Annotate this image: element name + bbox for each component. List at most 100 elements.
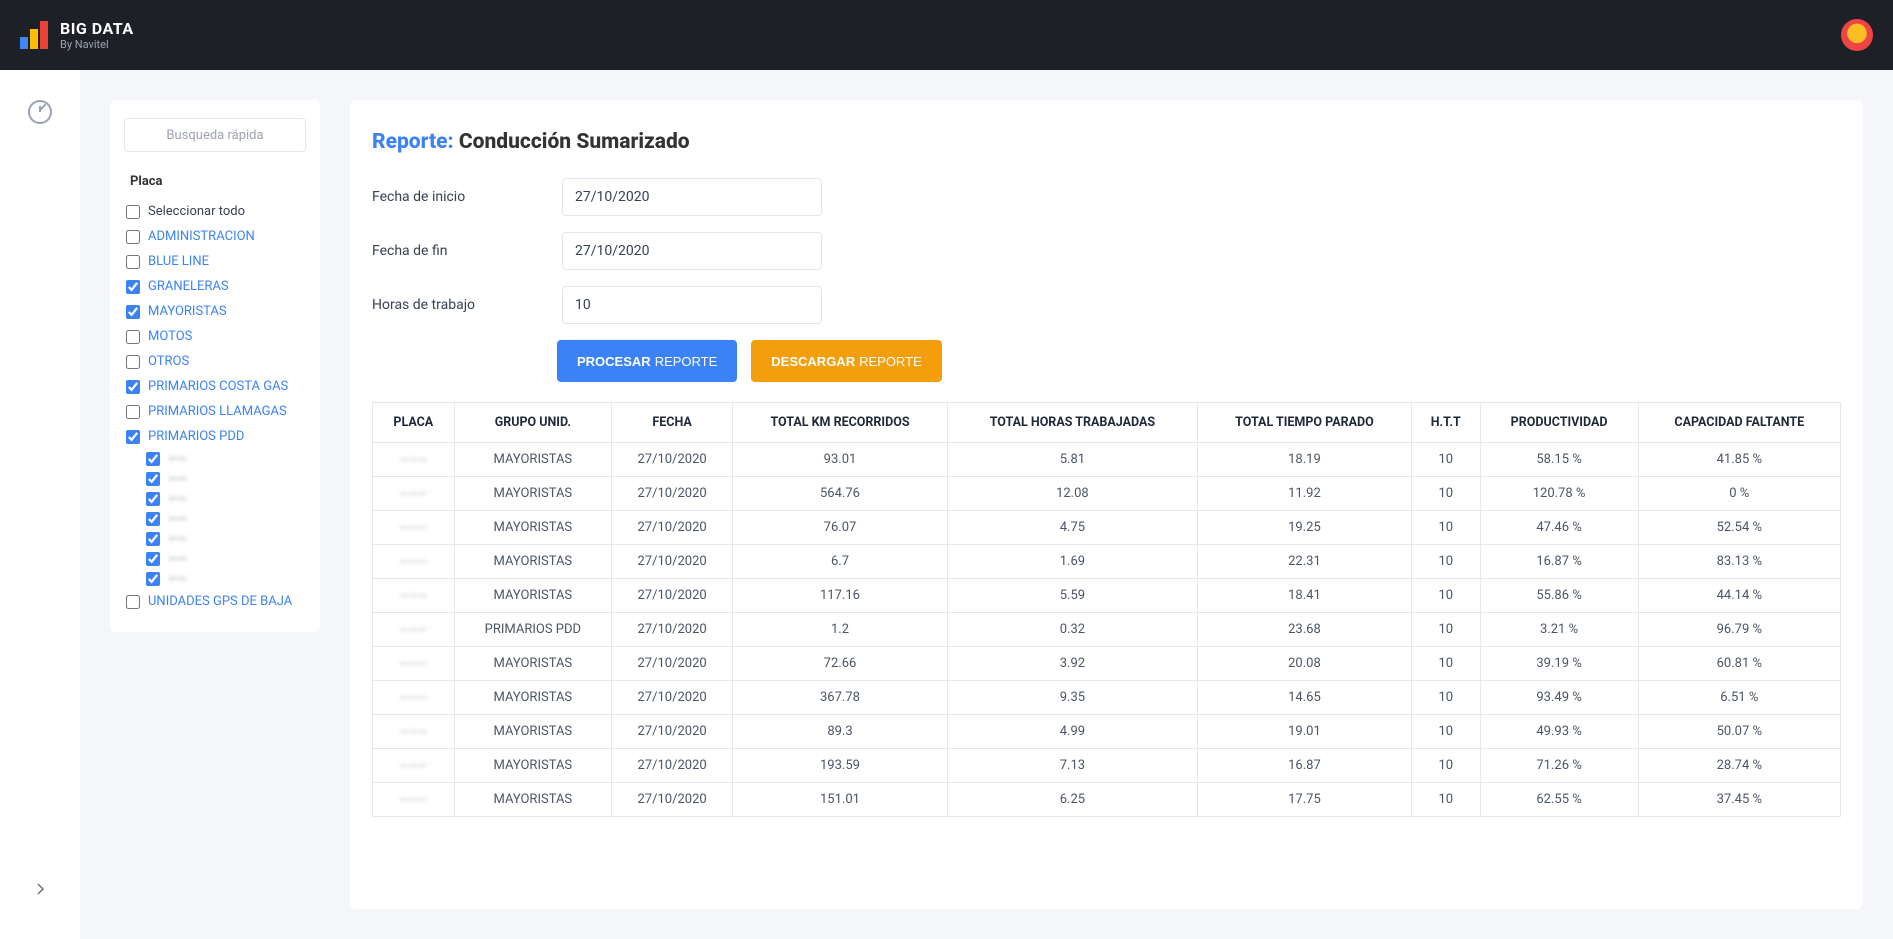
process-report-button[interactable]: PROCESAR REPORTE (557, 340, 737, 382)
filter-item[interactable]: UNIDADES GPS DE BAJA (110, 589, 320, 614)
filter-sub-checkbox[interactable] (146, 452, 160, 466)
start-date-label: Fecha de inicio (372, 189, 562, 205)
table-cell-prod: 47.46 % (1480, 511, 1638, 545)
app-header: BIG DATA By Navitel (0, 0, 1893, 70)
filter-item[interactable]: MOTOS (110, 324, 320, 349)
table-cell-horas: 1.69 (947, 545, 1197, 579)
filter-item[interactable]: PRIMARIOS COSTA GAS (110, 374, 320, 399)
table-cell-horas: 3.92 (947, 647, 1197, 681)
filter-item[interactable]: GRANELERAS (110, 274, 320, 299)
filter-select-all[interactable]: Seleccionar todo (110, 199, 320, 224)
table-cell-prod: 120.78 % (1480, 477, 1638, 511)
table-cell-prod: 39.19 % (1480, 647, 1638, 681)
filter-item[interactable]: BLUE LINE (110, 249, 320, 274)
table-cell-cap: 37.45 % (1638, 783, 1840, 817)
filter-item[interactable]: PRIMARIOS LLAMAGAS (110, 399, 320, 424)
filter-checkbox[interactable] (126, 380, 140, 394)
filter-sub-label: —— (168, 472, 187, 486)
table-cell-fecha: 27/10/2020 (612, 783, 733, 817)
end-date-row: Fecha de fin (372, 232, 1841, 270)
table-cell-cap: 60.81 % (1638, 647, 1840, 681)
table-cell-km: 72.66 (733, 647, 948, 681)
table-row: ———PRIMARIOS PDD27/10/20201.20.3223.6810… (373, 613, 1841, 647)
table-cell-prod: 58.15 % (1480, 443, 1638, 477)
start-date-input[interactable] (562, 178, 822, 216)
table-cell-horas: 4.75 (947, 511, 1197, 545)
search-input[interactable]: Busqueda rápida (124, 118, 306, 152)
table-cell-placa: ——— (373, 511, 455, 545)
avatar[interactable] (1841, 19, 1873, 51)
table-cell-placa: ——— (373, 783, 455, 817)
filter-checkbox[interactable] (126, 230, 140, 244)
report-panel: Reporte: Conducción Sumarizado Fecha de … (350, 100, 1863, 909)
filter-checkbox[interactable] (126, 355, 140, 369)
filter-sub-checkbox[interactable] (146, 472, 160, 486)
report-name: Conducción Sumarizado (459, 130, 690, 154)
filter-checkbox[interactable] (126, 280, 140, 294)
end-date-input[interactable] (562, 232, 822, 270)
table-row: ———MAYORISTAS27/10/2020564.7612.0811.921… (373, 477, 1841, 511)
table-cell-parado: 16.87 (1197, 749, 1411, 783)
download-report-button[interactable]: DESCARGAR REPORTE (751, 340, 941, 382)
filter-sub-item[interactable]: —— (130, 509, 320, 529)
filter-sub-label: —— (168, 512, 187, 526)
table-cell-horas: 4.99 (947, 715, 1197, 749)
filter-checkbox[interactable] (126, 405, 140, 419)
filter-item[interactable]: MAYORISTAS (110, 299, 320, 324)
table-header-cell: GRUPO UNID. (454, 403, 612, 443)
filter-item[interactable]: ADMINISTRACION (110, 224, 320, 249)
filter-item[interactable]: PRIMARIOS PDD (110, 424, 320, 449)
filter-checkbox[interactable] (126, 255, 140, 269)
filter-sub-item[interactable]: —— (130, 549, 320, 569)
filter-checkbox[interactable] (126, 305, 140, 319)
table-row: ———MAYORISTAS27/10/202072.663.9220.08103… (373, 647, 1841, 681)
filter-sub-item[interactable]: —— (130, 529, 320, 549)
table-cell-cap: 41.85 % (1638, 443, 1840, 477)
table-cell-placa: ——— (373, 681, 455, 715)
table-cell-grupo: MAYORISTAS (454, 477, 612, 511)
filter-checkbox[interactable] (126, 330, 140, 344)
filter-sub-checkbox[interactable] (146, 572, 160, 586)
table-cell-parado: 19.01 (1197, 715, 1411, 749)
table-cell-htt: 10 (1412, 613, 1481, 647)
filter-sub-checkbox[interactable] (146, 532, 160, 546)
table-row: ———MAYORISTAS27/10/202076.074.7519.25104… (373, 511, 1841, 545)
table-cell-grupo: MAYORISTAS (454, 579, 612, 613)
table-cell-grupo: MAYORISTAS (454, 545, 612, 579)
table-header-cell: TOTAL HORAS TRABAJADAS (947, 403, 1197, 443)
table-cell-km: 564.76 (733, 477, 948, 511)
filter-sub-checkbox[interactable] (146, 512, 160, 526)
filter-checkbox[interactable] (126, 430, 140, 444)
table-cell-parado: 18.41 (1197, 579, 1411, 613)
table-cell-grupo: MAYORISTAS (454, 681, 612, 715)
table-cell-parado: 23.68 (1197, 613, 1411, 647)
filter-sub-checkbox[interactable] (146, 492, 160, 506)
filter-sub-item[interactable]: —— (130, 569, 320, 589)
table-cell-grupo: MAYORISTAS (454, 715, 612, 749)
process-bold: PROCESAR (577, 354, 651, 369)
select-all-checkbox[interactable] (126, 205, 140, 219)
collapse-nav-button[interactable] (20, 869, 60, 909)
table-cell-km: 193.59 (733, 749, 948, 783)
dashboard-icon[interactable] (28, 100, 52, 124)
table-cell-htt: 10 (1412, 545, 1481, 579)
filter-sub-checkbox[interactable] (146, 552, 160, 566)
table-cell-fecha: 27/10/2020 (612, 511, 733, 545)
filter-item-label: GRANELERAS (148, 279, 229, 294)
filter-item[interactable]: OTROS (110, 349, 320, 374)
filter-sub-item[interactable]: —— (130, 489, 320, 509)
table-cell-parado: 19.25 (1197, 511, 1411, 545)
table-cell-cap: 6.51 % (1638, 681, 1840, 715)
table-cell-prod: 16.87 % (1480, 545, 1638, 579)
table-cell-htt: 10 (1412, 715, 1481, 749)
filter-sub-item[interactable]: —— (130, 469, 320, 489)
filter-sub-item[interactable]: —— (130, 449, 320, 469)
table-cell-placa: ——— (373, 579, 455, 613)
table-cell-cap: 52.54 % (1638, 511, 1840, 545)
hours-input[interactable] (562, 286, 822, 324)
table-cell-prod: 55.86 % (1480, 579, 1638, 613)
table-cell-htt: 10 (1412, 443, 1481, 477)
filter-item-label: OTROS (148, 354, 189, 369)
filter-checkbox[interactable] (126, 595, 140, 609)
table-row: ———MAYORISTAS27/10/2020367.789.3514.6510… (373, 681, 1841, 715)
